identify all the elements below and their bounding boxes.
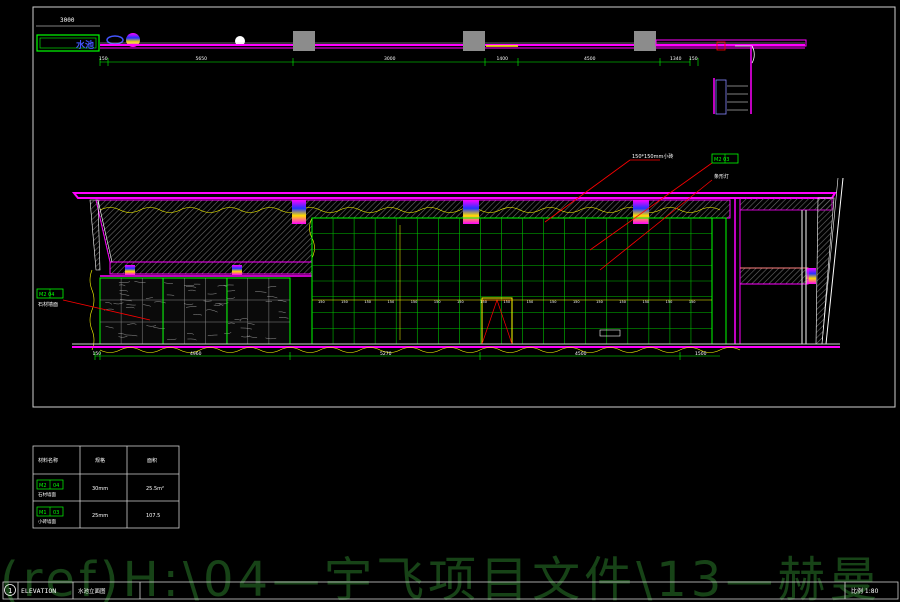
inner-dim-label: 150 [318, 300, 325, 304]
inner-dim-label: 150 [411, 300, 418, 304]
inner-dim-label: 150 [619, 300, 626, 304]
plan-top-dim: 3000 [60, 17, 75, 24]
inner-dim-label: 150 [689, 300, 696, 304]
inner-dim-label: 150 [434, 300, 441, 304]
ceiling-lamp [633, 200, 649, 224]
material-legend-table: 材料名称 规格 面积 M2 04 石材墙面 30mm 25.5m² M1 03 … [32, 445, 180, 529]
legend-area: 107.5 [146, 513, 160, 519]
legend-area: 25.5m² [146, 486, 164, 492]
legend-spec: 25mm [92, 513, 108, 519]
callout-text: 150*150mm小砖 [632, 153, 673, 160]
column [634, 31, 656, 51]
dim-label: 5650 [196, 56, 208, 62]
ceiling-lamp [125, 265, 135, 275]
inner-dim-label: 150 [457, 300, 464, 304]
drawing-subtitle: 水池立面图 [78, 587, 106, 595]
callout-text: 条形灯 [714, 173, 729, 180]
inner-dim-label: 150 [480, 300, 487, 304]
inner-dim-label: 150 [388, 300, 395, 304]
callout-code: M2 03 [714, 157, 729, 163]
ceiling-lamp [463, 200, 479, 224]
drawing-scale: 比例 1:80 [851, 587, 879, 595]
title-block: (ref)H:\04—宇飞项目文件\13—赫曼 1 ELEVATION 水池立面… [0, 552, 899, 602]
elevation-view: 150 150 150 150 150 150 150 150 150 150 150 150 150 1… [36, 153, 844, 360]
inner-dim-label: 150 [666, 300, 673, 304]
legend-spec: 30mm [92, 486, 108, 492]
dim-label: 3000 [384, 56, 396, 62]
stone-wall-border [99, 277, 291, 345]
legend-code: M2 [39, 483, 47, 489]
bottom-dim-label: 4960 [190, 351, 202, 357]
callout-code: M2 04 [39, 292, 54, 298]
drawing-title: ELEVATION [21, 587, 56, 595]
inner-dim-label: 150 [341, 300, 348, 304]
inner-dim-label: 150 [503, 300, 510, 304]
door [481, 297, 513, 345]
ceiling-lamp [232, 265, 242, 275]
section-number: 1 [8, 587, 12, 595]
inner-dim-label: 150 [527, 300, 534, 304]
legend-code: 04 [53, 483, 59, 489]
column [293, 31, 315, 51]
cad-drawing: 3000 水池 150 5650 3000 1400 4500 1340 150 [0, 6, 899, 602]
legend-material-name: 小砖墙面 [38, 518, 56, 525]
legend-header: 面积 [147, 457, 157, 464]
dim-label: 1340 [670, 56, 682, 62]
bottom-dim-label: 1500 [695, 351, 707, 357]
plan-room-label: 水池 [76, 39, 94, 51]
bottom-dim-label: 5270 [380, 351, 392, 357]
inner-dim-label: 150 [364, 300, 371, 304]
ceiling-lamp [292, 200, 306, 224]
bottom-dim-label: 4500 [575, 351, 587, 357]
inner-dim-label: 150 [642, 300, 649, 304]
dim-label: 1400 [497, 56, 509, 62]
dim-label: 150 [99, 56, 108, 62]
path-watermark: (ref)H:\04—宇飞项目文件\13—赫曼 [0, 552, 881, 602]
inner-dim-label: 150 [596, 300, 603, 304]
column [463, 31, 485, 51]
inner-dim-label: 150 [573, 300, 580, 304]
stone-wall-panels [99, 277, 291, 345]
legend-code: 03 [53, 510, 59, 516]
legend-code: M1 [39, 510, 47, 516]
legend-header: 规格 [95, 457, 105, 464]
dim-label: 4500 [584, 56, 596, 62]
legend-material-name: 石材墙面 [38, 491, 56, 498]
legend-header: 材料名称 [38, 457, 58, 464]
dim-label: 150 [689, 56, 698, 62]
inner-dim-label: 150 [550, 300, 557, 304]
callout-text: 石材墙面 [38, 301, 58, 308]
plan-view: 3000 水池 150 5650 3000 1400 4500 1340 150 [36, 17, 807, 115]
